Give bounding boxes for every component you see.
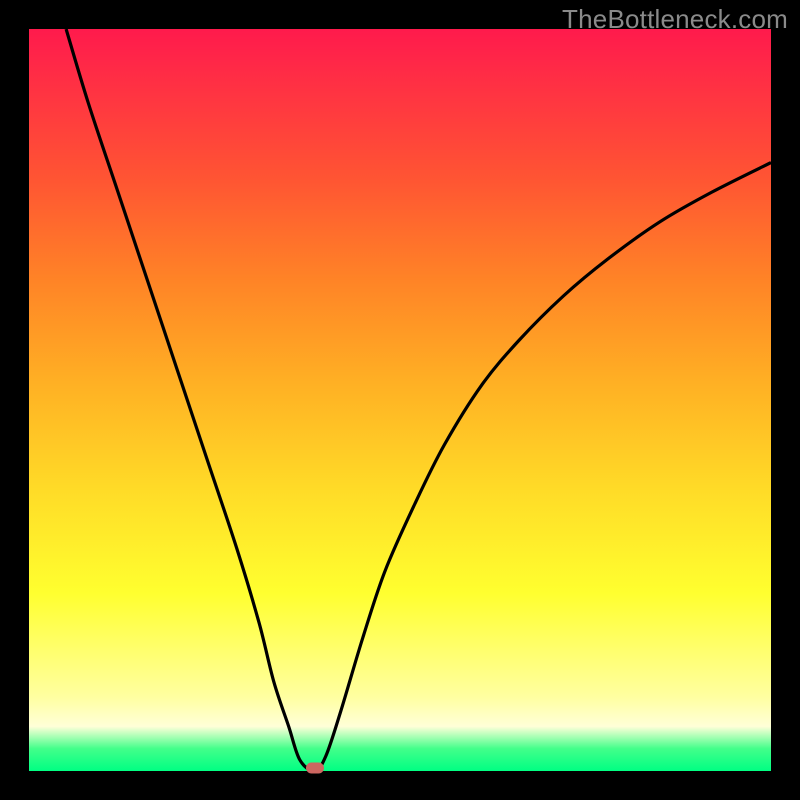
chart-plot-area: [29, 29, 771, 771]
optimum-marker: [306, 763, 324, 774]
watermark-text: TheBottleneck.com: [562, 4, 788, 35]
bottleneck-curve: [29, 29, 771, 771]
